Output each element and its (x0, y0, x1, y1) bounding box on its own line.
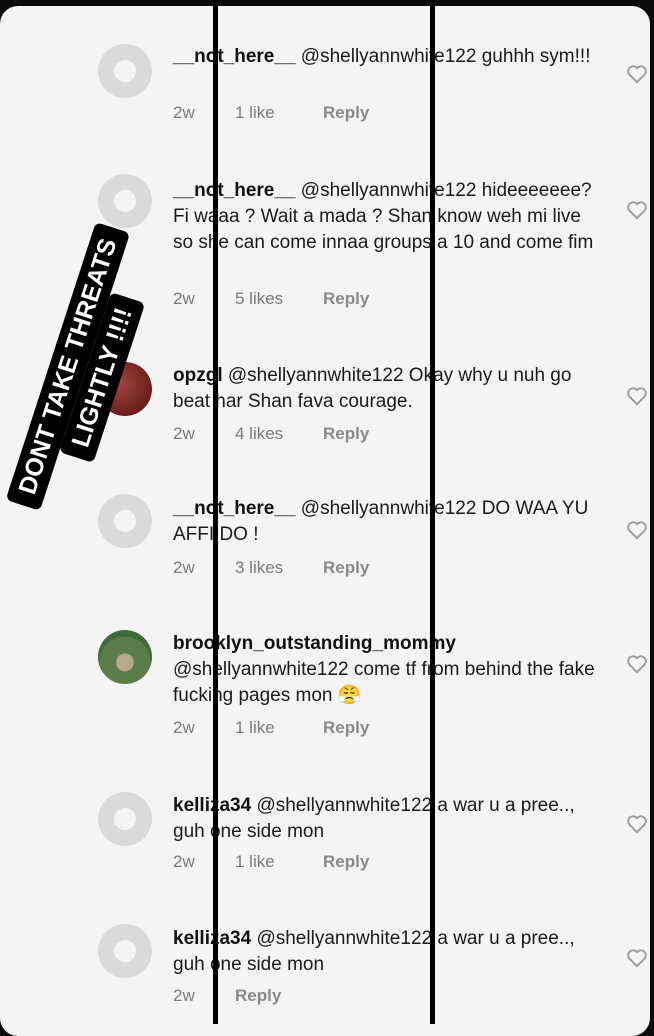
comment-time: 2w (173, 986, 195, 1005)
avatar[interactable] (98, 924, 152, 978)
avatar[interactable] (98, 792, 152, 846)
heart-outline-icon[interactable] (626, 200, 648, 220)
comment-time: 2w (173, 289, 195, 308)
comment-likes[interactable]: 5 likes (235, 289, 323, 309)
comment-likes[interactable]: 1 like (235, 103, 323, 123)
comment-time: 2w (173, 558, 195, 577)
reply-button[interactable]: Reply (323, 103, 369, 123)
heart-outline-icon[interactable] (626, 948, 648, 968)
comments-panel: __not_here__ @shellyannwhite122 guhhh sy… (0, 6, 650, 1036)
reply-button[interactable]: Reply (323, 852, 369, 872)
comment-time: 2w (173, 424, 195, 443)
reply-button[interactable]: Reply (235, 986, 281, 1006)
comment-username[interactable]: __not_here__ (173, 180, 296, 201)
comment-likes[interactable]: 1 like (235, 718, 323, 738)
overlay-line (213, 0, 218, 1024)
comment-time: 2w (173, 852, 195, 871)
comment-time: 2w (173, 103, 195, 122)
overlay-line (430, 0, 435, 1024)
heart-outline-icon[interactable] (626, 520, 648, 540)
comment-likes[interactable]: 4 likes (235, 424, 323, 444)
comment-text: @shellyannwhite122 guhhh sym!!! (300, 46, 591, 67)
warning-banner: DONT TAKE THREATS LIGHTLY !!!! (0, 190, 175, 555)
heart-outline-icon[interactable] (626, 814, 648, 834)
heart-outline-icon[interactable] (626, 654, 648, 674)
comment-likes[interactable]: 3 likes (235, 558, 323, 578)
comment-username[interactable]: __not_here__ (173, 498, 296, 519)
comment-likes[interactable]: 1 like (235, 852, 323, 872)
comment-text: @shellyannwhite122 Okay why u nuh go bea… (173, 365, 572, 412)
heart-outline-icon[interactable] (626, 386, 648, 406)
reply-button[interactable]: Reply (323, 424, 369, 444)
avatar[interactable] (98, 44, 152, 98)
comment-username[interactable]: __not_here__ (173, 46, 296, 67)
reply-button[interactable]: Reply (323, 718, 369, 738)
reply-button[interactable]: Reply (323, 289, 369, 309)
avatar[interactable] (98, 494, 152, 548)
comment-text: @shellyannwhite122 come tf from behind t… (173, 659, 595, 706)
heart-outline-icon[interactable] (626, 64, 648, 84)
reply-button[interactable]: Reply (323, 558, 369, 578)
avatar[interactable] (98, 630, 152, 684)
comment-time: 2w (173, 718, 195, 737)
